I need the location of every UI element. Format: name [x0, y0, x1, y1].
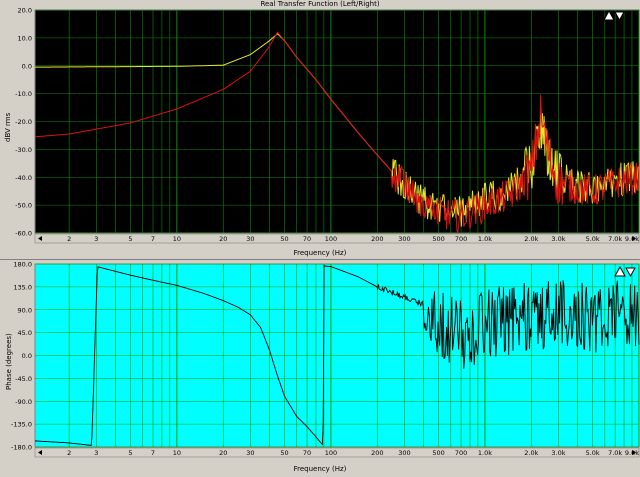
bottom-ytick-label: -135.0: [11, 421, 32, 429]
top-xtick-label: 700: [455, 235, 467, 243]
bottom-xtick-label: 70: [303, 449, 311, 457]
top-ytick-label: -60.0: [15, 230, 32, 238]
top-xtick-label: 500: [432, 235, 444, 243]
top-x-axis-label: Frequency (Hz): [293, 249, 347, 257]
bottom-ytick-label: 90.0: [18, 306, 32, 314]
top-xtick-label: 5.0k: [586, 235, 600, 243]
bottom-xtick-label: 1.0k: [478, 449, 492, 457]
top-ytick-label: 10.0: [18, 34, 32, 42]
bottom-xtick-label: 5: [128, 449, 132, 457]
bottom-xtick-label: 7.0k: [608, 449, 622, 457]
top-ytick-label: -50.0: [15, 202, 32, 210]
bottom-ytick-label: 135.0: [13, 283, 32, 291]
bottom-xtick-label: 7: [151, 449, 155, 457]
top-xtick-label: 50: [280, 235, 288, 243]
top-xtick-label: 7.0k: [608, 235, 622, 243]
bottom-ytick-label: -45.0: [15, 375, 32, 383]
zoom-arrows-icon-bottom[interactable]: [614, 265, 636, 277]
top-xtick-label: 10: [173, 235, 181, 243]
top-ytick-label: 0.0: [22, 62, 32, 70]
bottom-xtick-label: 2.0k: [524, 449, 538, 457]
bottom-xtick-label: 3: [94, 449, 98, 457]
top-xtick-label: 9.0k: [625, 235, 639, 243]
bottom-xtick-label: 10: [173, 449, 181, 457]
top-xtick-label: 3.0k: [551, 235, 565, 243]
top-ytick-label: 20.0: [18, 7, 32, 15]
bottom-xtick-label: 300: [398, 449, 410, 457]
top-xtick-label: 70: [303, 235, 311, 243]
zoom-arrows-icon-glyph-bottom: [614, 265, 636, 277]
bottom-ytick-label: 180.0: [13, 261, 32, 269]
bottom-x-axis-label: Frequency (Hz): [293, 465, 347, 473]
bottom-ytick-label: 0.0: [22, 352, 32, 360]
top-xtick-label: 300: [398, 235, 410, 243]
top-xtick-label: 2.0k: [524, 235, 538, 243]
top-xtick-label: 2: [67, 235, 71, 243]
bottom-xtick-label: 2: [67, 449, 71, 457]
top-xtick-label: 30: [246, 235, 254, 243]
top-ytick-label: -20.0: [15, 118, 32, 126]
bottom-chart-panel: Phase (degrees) 180.0 135.0 90.0 45.0 0.0 -45…: [0, 259, 640, 477]
top-ytick-label: -10.0: [15, 90, 32, 98]
top-ytick-label: -40.0: [15, 174, 32, 182]
top-xtick-label: 7: [151, 235, 155, 243]
bottom-xtick-label: 5.0k: [586, 449, 600, 457]
top-xtick-label: 20: [219, 235, 227, 243]
bottom-xtick-label: 200: [371, 449, 383, 457]
bottom-ytick-label: 45.0: [18, 329, 32, 337]
bottom-xtick-label: 30: [246, 449, 254, 457]
top-xtick-label: 200: [371, 235, 383, 243]
top-xtick-label: 1.0k: [478, 235, 492, 243]
bottom-xtick-label: 50: [280, 449, 288, 457]
zoom-arrows-icon-glyph: [603, 9, 625, 21]
bottom-xtick-label: 20: [219, 449, 227, 457]
top-xtick-label: 3: [94, 235, 98, 243]
top-xtick-label: 5: [128, 235, 132, 243]
top-chart-panel: Real Transfer Function (Left/Right) dBV …: [0, 0, 640, 259]
top-ytick-label: -30.0: [15, 146, 32, 154]
bottom-xtick-label: 700: [455, 449, 467, 457]
bottom-xtick-label: 500: [432, 449, 444, 457]
bottom-xtick-label: 3.0k: [551, 449, 565, 457]
bottom-ytick-label: -180.0: [11, 444, 32, 452]
bottom-ytick-label: -90.0: [15, 398, 32, 406]
top-chart-svg[interactable]: 20.0 10.0 0.0 -10.0 -20.0 -30.0 -40.0 -50.0 -60.…: [0, 0, 640, 259]
bottom-chart-svg[interactable]: 180.0 135.0 90.0 45.0 0.0 -45.0 -90.0 -135.0 -18…: [0, 260, 640, 477]
bottom-xtick-label: 9.0k: [625, 449, 639, 457]
zoom-arrows-icon[interactable]: [603, 9, 625, 21]
bottom-xtick-label: 100: [325, 449, 337, 457]
top-xtick-label: 100: [325, 235, 337, 243]
